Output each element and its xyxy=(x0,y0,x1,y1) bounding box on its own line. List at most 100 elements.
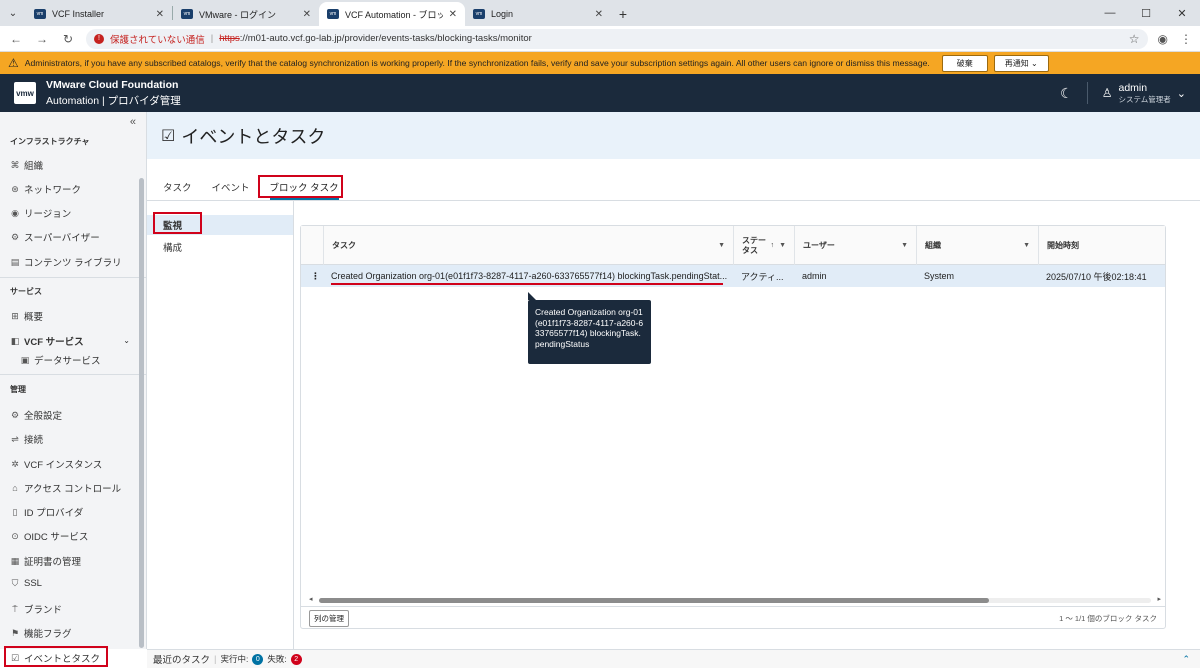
remind-dropdown-button[interactable]: 再通知 ⌄ xyxy=(993,54,1049,72)
column-label: ステータス xyxy=(742,235,766,255)
vmware-favicon-icon: vm xyxy=(473,9,485,19)
filter-icon[interactable]: ▼ xyxy=(718,242,725,249)
browser-menu-icon[interactable]: ⋮ xyxy=(1180,32,1192,46)
browser-tab-title: Login xyxy=(491,9,514,19)
highlight-box xyxy=(153,212,202,234)
vmware-favicon-icon: vm xyxy=(34,9,46,19)
filter-icon[interactable]: ▼ xyxy=(779,241,786,251)
minimize-icon[interactable]: — xyxy=(1092,7,1128,19)
sidebar-item-connections[interactable]: ⇌ 接続 xyxy=(10,432,43,447)
sidebar-item-label: 概要 xyxy=(24,312,44,323)
sidebar-item-region[interactable]: ◉ リージョン xyxy=(10,206,71,221)
sidebar-item-id-provider[interactable]: ▯ ID プロバイダ xyxy=(10,505,84,520)
data-services-icon: ▣ xyxy=(20,354,30,365)
scroll-left-icon[interactable]: ◂ xyxy=(309,595,313,603)
insecure-warning-icon[interactable]: ! xyxy=(94,33,104,44)
oidc-icon: ⊙ xyxy=(11,530,19,541)
url-field[interactable]: ! 保護されていない通信 | https://m01-auto.vcf.go-l… xyxy=(86,28,1148,49)
sidebar-item-feature-flags[interactable]: ⚑ 機能フラグ xyxy=(10,626,72,641)
highlight-underline xyxy=(331,283,723,285)
maximize-icon[interactable]: ☐ xyxy=(1128,7,1164,20)
brand-icon: ⍑ xyxy=(12,603,18,614)
page-title: イベントとタスク xyxy=(181,126,326,147)
shield-icon: ⛉ xyxy=(11,578,19,588)
filter-icon[interactable]: ▼ xyxy=(1023,242,1030,249)
sidebar-item-org[interactable]: ⌘ 組織 xyxy=(10,158,44,173)
security-label[interactable]: 保護されていない通信 xyxy=(110,32,205,46)
browser-tab-active[interactable]: vm VCF Automation - ブロック タスク ✕ xyxy=(319,2,465,26)
sidebar-item-ssl[interactable]: ⛉ SSL xyxy=(10,578,42,589)
sidebar-item-general[interactable]: ⚙ 全般設定 xyxy=(10,408,62,423)
grid-count: 1 ～ 1/1 個のブロック タスク xyxy=(1059,613,1157,623)
dark-mode-icon[interactable]: ☾ xyxy=(1060,85,1073,102)
browser-tab[interactable]: vm VCF Installer ✕ xyxy=(26,2,172,26)
failed-count-badge: 2 xyxy=(290,653,302,665)
column-header-org[interactable]: 組織 ▼ xyxy=(916,226,1038,265)
sidebar-item-overview[interactable]: ⊞ 概要 xyxy=(10,309,44,324)
scroll-thumb[interactable] xyxy=(319,598,989,603)
recent-tasks-bar[interactable]: 最近のタスク | 実行中: 0 失敗: 2 ⌃ xyxy=(147,649,1200,668)
browser-tab-title: VMware - ログイン xyxy=(199,9,277,20)
cell-status: アクティ... xyxy=(741,271,784,282)
highlight-box xyxy=(4,646,108,667)
collapse-sidebar-icon[interactable]: « xyxy=(130,116,136,128)
filter-icon[interactable]: ▼ xyxy=(901,242,908,249)
subnav-config[interactable]: 構成 xyxy=(147,237,293,257)
access-icon: ⌂ xyxy=(12,483,18,493)
user-icon: ♙ xyxy=(1101,86,1113,100)
sidebar-item-label: VCF インスタンス xyxy=(24,460,103,471)
sidebar-item-oidc[interactable]: ⊙ OIDC サービス xyxy=(10,529,88,544)
profile-icon[interactable]: ◉ xyxy=(1158,32,1168,46)
scroll-right-icon[interactable]: ▸ xyxy=(1157,595,1161,603)
bookmark-star-icon[interactable]: ☆ xyxy=(1129,32,1140,46)
horizontal-scrollbar[interactable]: ◂ ▸ xyxy=(309,596,1161,604)
sidebar-item-access-control[interactable]: ⌂ アクセス コントロール xyxy=(10,481,121,495)
sidebar-item-label: ID プロバイダ xyxy=(24,508,84,519)
reload-icon[interactable]: ↻ xyxy=(60,32,76,46)
close-tab-icon[interactable]: ✕ xyxy=(449,9,457,20)
manage-columns-button[interactable]: 列の管理 xyxy=(309,609,349,627)
column-header-status[interactable]: ステータス ↑ ▼ xyxy=(733,226,794,265)
column-header-task[interactable]: タスク ▼ xyxy=(323,226,733,265)
highlight-box xyxy=(258,175,343,198)
close-tab-icon[interactable]: ✕ xyxy=(156,9,164,20)
column-label: タスク xyxy=(332,241,356,250)
sidebar-item-data-services[interactable]: ▣ データサービス xyxy=(20,353,101,368)
sidebar-item-label: VCF サービス xyxy=(24,337,84,348)
user-menu[interactable]: ♙ admin システム管理者 ⌄ xyxy=(1102,82,1186,105)
sort-asc-icon[interactable]: ↑ xyxy=(771,241,775,251)
browser-actions: ◉ ⋮ xyxy=(1158,32,1192,46)
sidebar-item-content-library[interactable]: ▤ コンテンツ ライブラリ xyxy=(10,255,122,270)
dismiss-button[interactable]: 破棄 xyxy=(941,54,988,72)
sidebar-item-network[interactable]: ⊛ ネットワーク xyxy=(10,182,81,197)
column-header-start[interactable]: 開始時刻 xyxy=(1038,226,1160,265)
expand-up-icon[interactable]: ⌃ xyxy=(1182,654,1190,665)
sidebar-item-label: SSL xyxy=(24,578,42,589)
failed-label: 失敗: xyxy=(267,654,287,664)
tab-events[interactable]: イベント xyxy=(212,176,250,198)
close-tab-icon[interactable]: ✕ xyxy=(595,9,603,20)
back-icon[interactable]: ← xyxy=(8,32,24,46)
sidebar-item-label: ブランド xyxy=(24,605,63,616)
forward-icon[interactable]: → xyxy=(34,32,50,46)
tab-search-icon[interactable]: ⌄ xyxy=(0,0,26,26)
new-tab-button[interactable]: + xyxy=(611,2,635,26)
close-tab-icon[interactable]: ✕ xyxy=(303,9,311,20)
sidebar-item-brand[interactable]: ⍑ ブランド xyxy=(10,602,63,617)
sidebar-section-admin: 管理 xyxy=(10,385,26,394)
user-role: システム管理者 xyxy=(1118,94,1171,104)
address-bar: ← → ↻ ! 保護されていない通信 | https://m01-auto.vc… xyxy=(0,26,1200,52)
sidebar-item-vcf-instances[interactable]: ✲ VCF インスタンス xyxy=(10,457,103,472)
browser-tab[interactable]: vm Login ✕ xyxy=(465,2,611,26)
sidebar-item-certs[interactable]: ▦ 証明書の管理 xyxy=(10,554,81,569)
sidebar-item-supervisor[interactable]: ⚙ スーパーバイザー xyxy=(10,230,100,245)
tab-tasks[interactable]: タスク xyxy=(163,176,192,198)
close-window-icon[interactable]: ✕ xyxy=(1164,7,1200,20)
sidebar-item-vcf-services[interactable]: ◧ VCF サービス xyxy=(10,334,84,349)
recent-tasks-label[interactable]: 最近のタスク xyxy=(153,652,210,666)
browser-tab[interactable]: vm VMware - ログイン ✕ xyxy=(173,2,319,26)
column-header-user[interactable]: ユーザー ▼ xyxy=(794,226,916,265)
sidebar-scrollbar[interactable] xyxy=(139,178,144,648)
row-actions-icon[interactable]: ⋮ xyxy=(305,265,323,287)
chevron-down-icon[interactable]: ⌄ xyxy=(123,336,130,345)
